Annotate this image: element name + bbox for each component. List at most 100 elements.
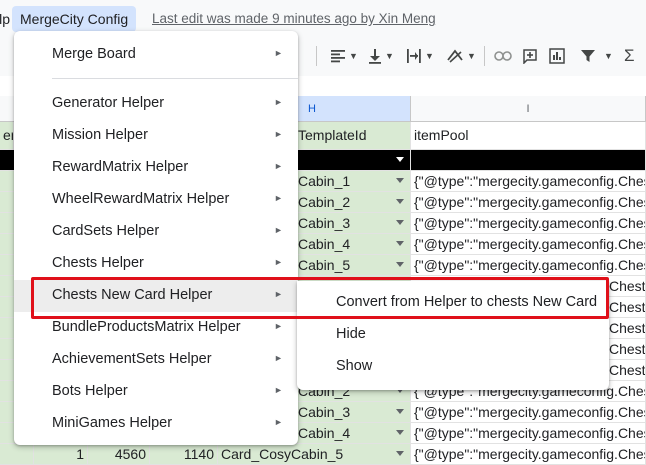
text-wrap-icon (407, 49, 421, 63)
chevron-down-icon: ▼ (604, 51, 613, 61)
submenu-arrow-icon: ► (274, 225, 283, 235)
menu-help[interactable]: Help (0, 6, 10, 32)
dropdown-arrow-icon[interactable] (396, 220, 404, 225)
menu-item-label: CardSets Helper (52, 223, 160, 239)
spreadsheet-window: Help MergeCity Config Last edit was made… (0, 0, 646, 465)
dropdown-arrow-icon[interactable] (396, 409, 404, 414)
dropdown-arrow-icon[interactable] (396, 451, 404, 456)
submenu-arrow-icon: ► (274, 193, 283, 203)
menu-item-label: Chests New Card Helper (52, 287, 213, 303)
cell[interactable]: Card_CosyCabin_5 (218, 444, 411, 465)
text-rotation-icon (447, 49, 463, 63)
chevron-down-icon: ▼ (467, 51, 476, 61)
text-wrap-button[interactable]: ▼ (406, 44, 434, 68)
submenu-item-hide[interactable]: Hide (297, 319, 609, 351)
menu-item-label: WheelRewardMatrix Helper (52, 191, 230, 207)
dropdown-arrow-icon[interactable] (396, 178, 404, 183)
cell[interactable]: {"@type":"mergecity.gameconfig.ChestI (411, 171, 646, 192)
menu-item-cardsets-helper[interactable]: CardSets Helper ► (14, 216, 298, 248)
text-rotation-button[interactable]: ▼ (446, 44, 476, 68)
cell[interactable]: en (0, 122, 14, 150)
menu-item-merge-board[interactable]: Merge Board ► (14, 39, 298, 71)
submenu-arrow-icon: ► (274, 385, 283, 395)
dropdown-arrow-icon[interactable] (396, 199, 404, 204)
vertical-align-bottom-icon (369, 49, 381, 64)
menu-item-chests-helper[interactable]: Chests Helper ► (14, 248, 298, 280)
vertical-align-button[interactable]: ▼ (368, 44, 394, 68)
menu-item-wheelrewardmatrix-helper[interactable]: WheelRewardMatrix Helper ► (14, 184, 298, 216)
dropdown-arrow-icon[interactable] (396, 262, 404, 267)
submenu-arrow-icon: ► (274, 353, 283, 363)
functions-icon: Σ (624, 46, 635, 65)
chevron-down-icon: ▼ (385, 51, 394, 61)
submenu-item-label: Convert from Helper to chests New Card (336, 294, 598, 310)
menu-item-chests-new-card-helper[interactable]: Chests New Card Helper ► (14, 280, 298, 312)
toolbar-separator (484, 46, 485, 66)
insert-comment-button[interactable] (522, 44, 538, 68)
insert-chart-icon (549, 48, 565, 64)
submenu-item-label: Show (336, 358, 373, 374)
menu-mergecity-config[interactable]: MergeCity Config (12, 6, 137, 32)
submenu-item-show[interactable]: Show (297, 351, 609, 383)
cell[interactable]: {"@type":"mergecity.gameconfig.ChestI (411, 444, 646, 465)
menu-item-achievementsets-helper[interactable]: AchievementSets Helper ► (14, 344, 298, 376)
cell[interactable] (0, 444, 34, 465)
menu-item-rewardmatrix-helper[interactable]: RewardMatrix Helper ► (14, 152, 298, 184)
menu-item-label: RewardMatrix Helper (52, 159, 189, 175)
submenu-arrow-icon: ► (274, 48, 283, 58)
menu-item-label: Bots Helper (52, 383, 128, 399)
chests-new-card-submenu: Convert from Helper to chests New Card H… (297, 281, 609, 390)
submenu-item-label: Hide (336, 326, 366, 342)
link-icon (494, 51, 512, 61)
dropdown-arrow-icon[interactable] (396, 241, 404, 246)
menu-item-minigames-helper[interactable]: MiniGames Helper ► (14, 408, 298, 440)
cell[interactable]: {"@type":"mergecity.gameconfig.ChestI (411, 234, 646, 255)
cell[interactable]: {"@type":"mergecity.gameconfig.Chest (411, 402, 646, 423)
menu-item-label: Generator Helper (52, 95, 165, 111)
submenu-arrow-icon: ► (274, 257, 283, 267)
menu-item-label: Chests Helper (52, 255, 144, 271)
submenu-arrow-icon: ► (274, 129, 283, 139)
submenu-item-convert[interactable]: Convert from Helper to chests New Card (297, 287, 609, 319)
menu-item-label: Merge Board (52, 46, 136, 62)
column-header-i[interactable]: I (411, 96, 646, 122)
filter-button[interactable]: ▼ (580, 44, 613, 68)
functions-button[interactable]: Σ (624, 44, 635, 68)
menu-item-label: AchievementSets Helper (52, 351, 212, 367)
mergecity-config-menu: Merge Board ► Generator Helper ► Mission… (14, 31, 298, 445)
cell[interactable]: 1 (34, 444, 88, 465)
cell[interactable]: itemPool (411, 122, 646, 150)
insert-chart-button[interactable] (549, 44, 565, 68)
cell[interactable]: {"@type":"mergecity.gameconfig.ChestI (411, 213, 646, 234)
chevron-down-icon: ▼ (349, 51, 358, 61)
last-edit-link[interactable]: Last edit was made 9 minutes ago by Xin … (152, 11, 436, 26)
menu-item-label: BundleProductsMatrix Helper (52, 319, 241, 335)
menu-item-bots-helper[interactable]: Bots Helper ► (14, 376, 298, 408)
cell[interactable]: {"@type":"mergecity.gameconfig.Chest (411, 423, 646, 444)
submenu-arrow-icon: ► (274, 417, 283, 427)
cell[interactable]: {"@type":"mergecity.gameconfig.ChestI (411, 255, 646, 276)
submenu-arrow-icon: ► (274, 289, 283, 299)
dropdown-arrow-icon[interactable] (396, 430, 404, 435)
menu-item-label: Mission Helper (52, 127, 148, 143)
submenu-arrow-icon: ► (274, 321, 283, 331)
filter-icon (581, 50, 595, 62)
cell[interactable]: {"@type":"mergecity.gameconfig.ChestI (411, 192, 646, 213)
insert-comment-icon (523, 49, 537, 64)
align-left-button[interactable]: ▼ (330, 44, 358, 68)
menu-item-mission-helper[interactable]: Mission Helper ► (14, 120, 298, 152)
cell[interactable] (411, 150, 646, 171)
cell[interactable]: 4560 (88, 444, 150, 465)
cell[interactable]: 1140 (150, 444, 218, 465)
menu-item-generator-helper[interactable]: Generator Helper ► (14, 88, 298, 120)
menu-divider (52, 78, 298, 79)
align-left-icon (331, 50, 345, 63)
menu-item-label: MiniGames Helper (52, 415, 173, 431)
toolbar-separator (316, 46, 317, 66)
menu-item-bundleproductsmatrix-helper[interactable]: BundleProductsMatrix Helper ► (14, 312, 298, 344)
table-row: 1 4560 1140 Card_CosyCabin_5 {"@type":"m… (0, 444, 646, 465)
submenu-arrow-icon: ► (274, 97, 283, 107)
submenu-arrow-icon: ► (274, 161, 283, 171)
insert-link-button[interactable] (494, 44, 512, 68)
dropdown-arrow-icon[interactable] (396, 157, 404, 162)
